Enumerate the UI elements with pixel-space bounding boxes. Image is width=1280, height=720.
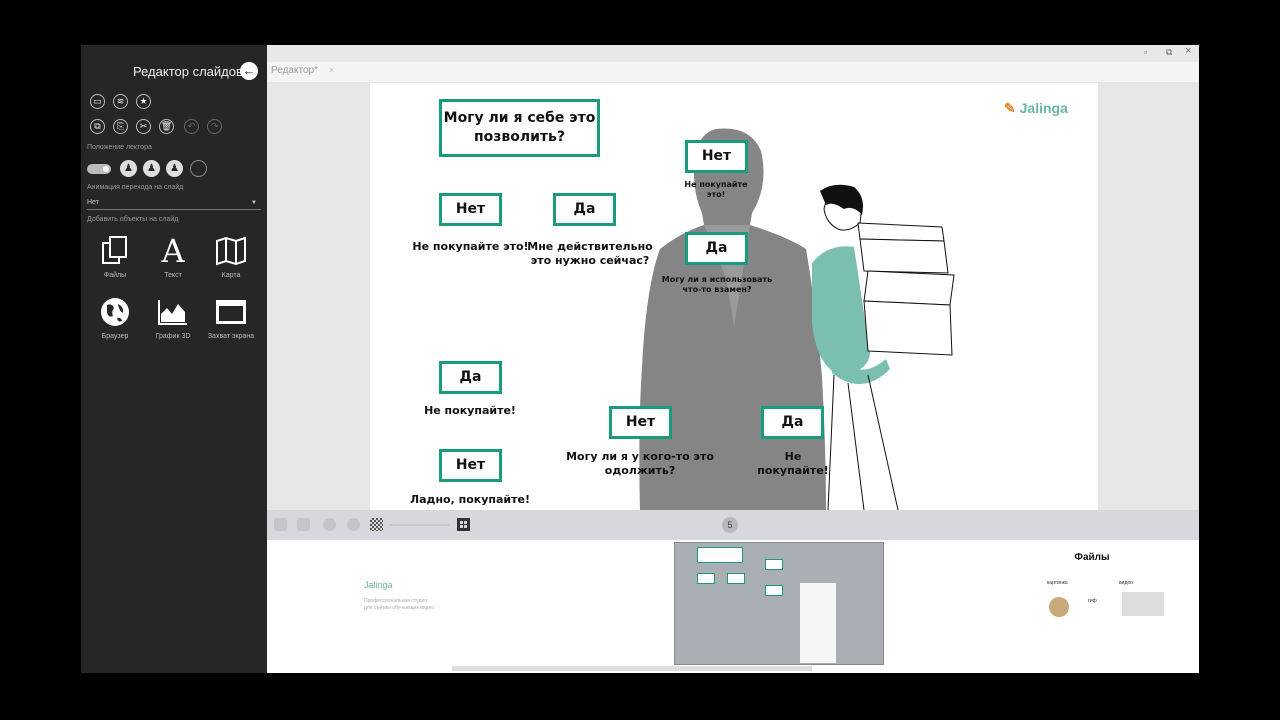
thumb-no-box-2 xyxy=(765,559,783,570)
thumb3-label-1: картинка xyxy=(1047,580,1068,586)
add-browser-button[interactable]: Браузер xyxy=(90,293,140,340)
browser-label: Браузер xyxy=(101,333,129,340)
ok-buy-text[interactable]: Ладно, покупайте! xyxy=(400,493,540,507)
thumbnail-slide-next[interactable]: Файлы картинка гиф видео xyxy=(987,542,1197,665)
app-window: Редактор слайдов ← ▭ ≋ ★ ⧉ ⎘ ✂ 🗑 ↶ ↷ Пол… xyxy=(81,45,1199,673)
back-arrow-icon[interactable]: ← xyxy=(240,62,258,80)
pointer-icon[interactable] xyxy=(297,518,310,531)
lecturer-left-icon[interactable]: ♟ xyxy=(120,160,137,177)
editor-main: ▫ ⧉ × Редактор* × ✎ Jalinga Могу ли я се… xyxy=(267,45,1199,673)
screen-capture-icon xyxy=(206,293,256,331)
thumbnail-strip: Jalinga Профессиональная студия для съём… xyxy=(267,540,1199,673)
map-icon xyxy=(206,232,256,270)
dont-buy-text-3[interactable]: Не покупайте! xyxy=(752,450,834,478)
add-text-button[interactable]: A Текст xyxy=(148,232,198,279)
paste-icon[interactable]: ⎘ xyxy=(113,119,128,134)
sidebar-title: Редактор слайдов xyxy=(133,64,243,79)
restore-icon[interactable]: ⧉ xyxy=(1166,47,1172,58)
lecturer-position-label: Положение лектора xyxy=(87,144,152,151)
no-box-1[interactable]: Нет xyxy=(439,193,502,226)
copy-icon[interactable]: ⧉ xyxy=(90,119,105,134)
screen-capture-label: Захват экрана xyxy=(207,333,255,340)
thumbnail-scrollbar[interactable] xyxy=(452,666,812,671)
add-screen-capture-button[interactable]: Захват экрана xyxy=(206,293,256,340)
thumb3-video xyxy=(1122,592,1164,616)
transparency-slider[interactable] xyxy=(389,524,449,526)
question-box[interactable]: Могу ли я себе это позволить? xyxy=(439,99,600,157)
jalinga-logo: ✎ Jalinga xyxy=(1004,100,1068,117)
delete-icon[interactable]: 🗑 xyxy=(159,119,174,134)
lecturer-right-icon[interactable]: ♟ xyxy=(166,160,183,177)
new-slide-icon[interactable]: ▭ xyxy=(90,94,105,109)
chart-label: График 3D xyxy=(155,333,191,340)
thumb3-label-2: гиф xyxy=(1088,598,1097,604)
add-map-button[interactable]: Карта xyxy=(206,232,256,279)
borrow-text[interactable]: Могу ли я у кого-то это одолжить? xyxy=(565,450,715,478)
logo-mark: ✎ xyxy=(1004,100,1016,116)
slide-toolbar: 5 xyxy=(267,510,1199,540)
thumb-no-box xyxy=(697,573,715,584)
yes-box-2[interactable]: Да xyxy=(685,232,748,265)
map-label: Карта xyxy=(221,272,241,279)
thumb-yes-box-2 xyxy=(765,585,783,596)
layers-icon[interactable]: ≋ xyxy=(113,94,128,109)
animation-select[interactable]: Нет ▼ xyxy=(87,197,261,210)
yes-box-1[interactable]: Да xyxy=(553,193,616,226)
tab-close-icon[interactable]: × xyxy=(329,65,334,75)
thumb1-logo: Jalinga xyxy=(364,580,393,590)
add-objects-label: Добавить объекты на слайд xyxy=(87,216,179,223)
eye-icon[interactable] xyxy=(323,518,336,531)
lecturer-none-icon[interactable] xyxy=(190,160,207,177)
hide-icon[interactable] xyxy=(347,518,360,531)
minimize-icon[interactable]: ▫ xyxy=(1144,47,1147,57)
page-number: 5 xyxy=(722,517,738,533)
close-icon[interactable]: × xyxy=(1185,45,1191,57)
dont-buy-text-small[interactable]: Не покупайте это! xyxy=(675,180,757,200)
thumb-yes-box xyxy=(727,573,745,584)
really-need-text[interactable]: Мне действительно это нужно сейчас? xyxy=(520,240,660,268)
no-box-4[interactable]: Нет xyxy=(609,406,672,439)
yes-box-3[interactable]: Да xyxy=(439,361,502,394)
dont-buy-text-2[interactable]: Не покупайте! xyxy=(410,404,530,418)
files-icon xyxy=(90,232,140,270)
add-files-button[interactable]: Файлы xyxy=(90,232,140,279)
grid-icon[interactable] xyxy=(457,518,470,531)
no-box-2[interactable]: Нет xyxy=(685,140,748,173)
transparency-icon[interactable] xyxy=(370,518,383,531)
no-box-3[interactable]: Нет xyxy=(439,449,502,482)
logo-text: Jalinga xyxy=(1019,100,1068,116)
text-label: Текст xyxy=(164,272,182,279)
thumb-person xyxy=(800,583,836,663)
chevron-down-icon: ▼ xyxy=(251,200,257,206)
thumb1-sub2: для съёмки обучающих видео xyxy=(364,605,435,611)
thumb-question-box xyxy=(697,547,743,563)
slide-canvas[interactable]: ✎ Jalinga Могу ли я себе это позволить? … xyxy=(370,83,1098,510)
yes-box-4[interactable]: Да xyxy=(761,406,824,439)
thumb3-title: Файлы xyxy=(1074,552,1110,563)
chart-icon xyxy=(148,293,198,331)
lecturer-center-icon[interactable]: ♟ xyxy=(143,160,160,177)
thumb3-label-3: видео xyxy=(1119,580,1133,586)
thumbnail-slide-current[interactable] xyxy=(674,542,884,665)
redo-icon[interactable]: ↷ xyxy=(207,119,222,134)
lecturer-toggle[interactable] xyxy=(87,164,111,174)
lock-icon[interactable] xyxy=(274,518,287,531)
star-icon[interactable]: ★ xyxy=(136,94,151,109)
can-use-instead-text[interactable]: Могу ли я использовать что-то взамен? xyxy=(658,275,776,295)
tab-editor[interactable]: Редактор* xyxy=(271,65,318,76)
thumb1-sub1: Профессиональная студия xyxy=(364,598,427,604)
slide-canvas-area: ✎ Jalinga Могу ли я себе это позволить? … xyxy=(267,82,1199,510)
undo-icon[interactable]: ↶ xyxy=(184,119,199,134)
cut-icon[interactable]: ✂ xyxy=(136,119,151,134)
files-label: Файлы xyxy=(103,272,127,279)
add-chart-button[interactable]: График 3D xyxy=(148,293,198,340)
sidebar: Редактор слайдов ← ▭ ≋ ★ ⧉ ⎘ ✂ 🗑 ↶ ↷ Пол… xyxy=(81,45,267,673)
globe-icon xyxy=(90,293,140,331)
thumb3-image xyxy=(1049,597,1069,617)
thumbnail-slide-1[interactable]: Jalinga Профессиональная студия для съём… xyxy=(357,542,567,665)
text-icon: A xyxy=(161,232,185,270)
tab-bar: Редактор* × xyxy=(267,62,1199,82)
animation-select-value: Нет xyxy=(87,199,99,206)
animation-label: Анимация перехода на слайд xyxy=(87,184,184,191)
